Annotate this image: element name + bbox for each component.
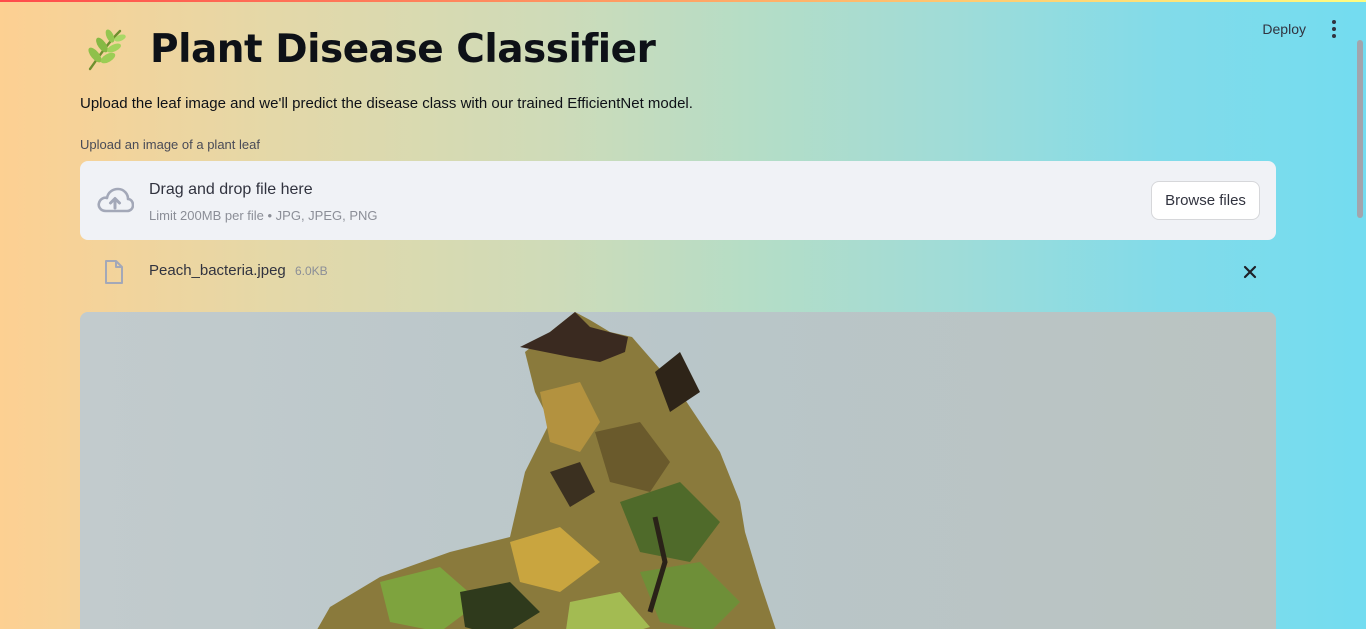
app-toolbar: Deploy [1262,18,1344,40]
kebab-menu-icon[interactable] [1324,18,1344,40]
dropzone-instructions: Drag and drop file here [149,181,313,198]
uploader-label: Upload an image of a plant leaf [80,137,260,152]
scrollbar-thumb[interactable] [1357,40,1363,218]
file-icon [105,260,123,284]
leaf-image [80,312,1276,629]
leaf-herb-icon [88,29,126,71]
uploaded-file-name: Peach_bacteria.jpeg [149,262,286,279]
browse-files-button[interactable]: Browse files [1151,181,1260,220]
dropzone-limits: Limit 200MB per file • JPG, JPEG, PNG [149,208,378,223]
page-description: Upload the leaf image and we'll predict … [80,95,693,112]
uploaded-file-size: 6.0KB [295,264,328,278]
uploaded-file-item: Peach_bacteria.jpeg 6.0KB [80,252,1276,292]
file-dropzone[interactable]: Drag and drop file here Limit 200MB per … [80,161,1276,240]
cloud-upload-icon [97,187,134,213]
deploy-button[interactable]: Deploy [1262,21,1306,37]
page-header: Plant Disease Classifier [80,20,656,78]
top-decoration-bar [0,0,1366,2]
close-icon[interactable] [1238,260,1262,284]
page-title: Plant Disease Classifier [150,26,656,72]
